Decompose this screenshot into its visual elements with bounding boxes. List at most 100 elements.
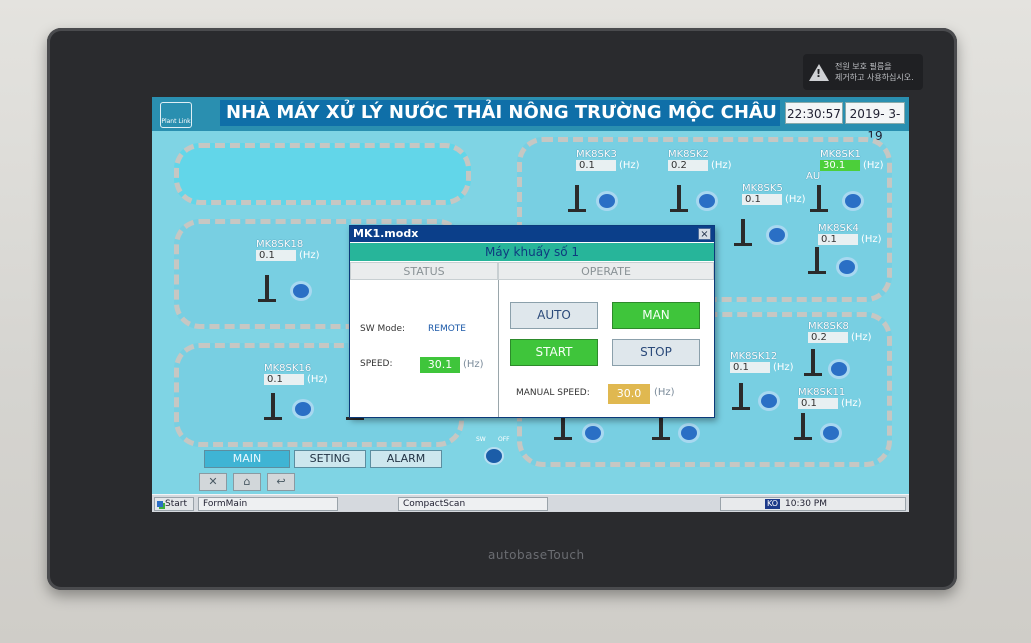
- sensor-right-8: MK8SK11 0.1 (Hz): [798, 387, 862, 409]
- sensor-tag: MK8SK12: [730, 351, 778, 362]
- sensor-value: 0.1: [742, 194, 782, 205]
- status-header: STATUS: [350, 262, 498, 280]
- mixer-mode-label: AU: [806, 171, 820, 182]
- task-compactscan[interactable]: CompactScan: [398, 497, 548, 511]
- title-bar: Plant Link NHÀ MÁY XỬ LÝ NƯỚC THẢI NÔNG …: [152, 97, 909, 143]
- mixer-active-icon[interactable]: [808, 185, 830, 219]
- sensor-unit: (Hz): [619, 160, 640, 171]
- sensor-tag: MK8SK3: [576, 149, 617, 160]
- warning-line-2: 제거하고 사용하십시오.: [835, 73, 914, 82]
- tray-clock: 10:30 PM: [785, 499, 827, 509]
- brand-label: autobaseTouch: [488, 548, 585, 562]
- sensor-right-1: MK8SK3 0.1 (Hz): [576, 149, 640, 171]
- task-formmain[interactable]: FormMain: [198, 497, 338, 511]
- sensor-unit: (Hz): [711, 160, 732, 171]
- warning-line-1: 전원 보호 필름을: [835, 62, 892, 71]
- pump-icon[interactable]: [596, 191, 618, 211]
- back-button[interactable]: ↩: [267, 473, 295, 491]
- tab-main[interactable]: MAIN: [204, 450, 290, 468]
- dialog-divider: [498, 280, 499, 417]
- dialog-heading: Máy khuấy số 1: [350, 243, 714, 261]
- close-button[interactable]: ✕: [199, 473, 227, 491]
- mixer-icon[interactable]: [256, 275, 278, 309]
- sensor-unit: (Hz): [861, 234, 882, 245]
- mode-switch[interactable]: SW OFF: [476, 436, 512, 466]
- sensor-tag: MK8SK11: [798, 387, 846, 398]
- mixer-icon[interactable]: [262, 393, 284, 427]
- mixer-icon[interactable]: [650, 413, 672, 447]
- sensor-tag: MK8SK2: [668, 149, 709, 160]
- sensor-unit: (Hz): [785, 194, 806, 205]
- mixer-mode-text: AU: [806, 171, 821, 182]
- sensor-value: 0.2: [808, 332, 848, 343]
- sensor-tag: MK8SK1: [820, 149, 861, 160]
- man-button[interactable]: MAN: [612, 302, 700, 329]
- sensor-unit: (Hz): [307, 374, 328, 385]
- hmi-screen: Plant Link NHÀ MÁY XỬ LÝ NƯỚC THẢI NÔNG …: [152, 97, 909, 512]
- warning-label: 전원 보호 필름을제거하고 사용하십시오.: [803, 54, 923, 90]
- auto-button[interactable]: AUTO: [510, 302, 598, 329]
- sensor-value: 0.1: [576, 160, 616, 171]
- sensor-unit: (Hz): [851, 332, 872, 343]
- sensor-value: 0.1: [264, 374, 304, 385]
- pump-icon[interactable]: [678, 423, 700, 443]
- stop-button[interactable]: STOP: [612, 339, 700, 366]
- sensor-tag: MK8SK4: [818, 223, 859, 234]
- sensor-tag: MK8SK8: [808, 321, 849, 332]
- pump-icon[interactable]: [836, 257, 858, 277]
- speed-value: 30.1: [420, 357, 460, 373]
- mixer-icon[interactable]: [732, 219, 754, 253]
- mixer-icon[interactable]: [802, 349, 824, 383]
- manual-speed-input[interactable]: 30.0: [608, 384, 650, 404]
- dialog-close-button[interactable]: ×: [698, 228, 711, 240]
- clock-date: 2019- 3-19: [845, 102, 905, 143]
- sensor-tag: MK8SK16: [264, 363, 312, 374]
- speed-unit: (Hz): [463, 359, 484, 370]
- sensor-value: 0.1: [798, 398, 838, 409]
- pump-icon[interactable]: [766, 225, 788, 245]
- pump-icon[interactable]: [696, 191, 718, 211]
- tab-alarm[interactable]: ALARM: [370, 450, 442, 468]
- pump-icon[interactable]: [290, 281, 312, 301]
- mixer-icon[interactable]: [792, 413, 814, 447]
- pump-icon[interactable]: [582, 423, 604, 443]
- switch-knob-icon: [484, 447, 504, 465]
- sensor-left-2: MK8SK16 0.1 (Hz): [264, 363, 328, 385]
- sensor-left-1: MK8SK18 0.1 (Hz): [256, 239, 320, 261]
- sensor-value: 0.1: [256, 250, 296, 261]
- mixer-icon[interactable]: [668, 185, 690, 219]
- taskbar: Start FormMain CompactScan KO 10:30 PM: [152, 494, 909, 512]
- sensor-tag: MK8SK18: [256, 239, 304, 250]
- start-button[interactable]: START: [510, 339, 598, 366]
- sensor-right-4: MK8SK5 0.1 (Hz): [742, 183, 806, 205]
- sensor-right-5: MK8SK4 0.1 (Hz): [818, 223, 882, 245]
- mixer-icon[interactable]: [552, 413, 574, 447]
- home-button[interactable]: ⌂: [233, 473, 261, 491]
- switch-on-label: SW: [476, 436, 486, 443]
- language-indicator[interactable]: KO: [765, 499, 781, 509]
- pump-icon[interactable]: [820, 423, 842, 443]
- start-button[interactable]: Start: [154, 497, 194, 511]
- sw-mode-label: SW Mode:: [360, 324, 406, 334]
- mixer-icon[interactable]: [730, 383, 752, 417]
- sw-mode-value: REMOTE: [428, 324, 466, 334]
- dialog-title: MK1.modx: [350, 226, 714, 242]
- sensor-unit: (Hz): [841, 398, 862, 409]
- pump-icon[interactable]: [292, 399, 314, 419]
- tab-setting[interactable]: SETING: [294, 450, 366, 468]
- speed-label: SPEED:: [360, 359, 393, 369]
- sensor-right-2: MK8SK2 0.2 (Hz): [668, 149, 732, 171]
- pump-icon[interactable]: [828, 359, 850, 379]
- manual-speed-label: MANUAL SPEED:: [516, 388, 590, 398]
- switch-off-label: OFF: [498, 436, 510, 443]
- sensor-value: 30.1: [820, 160, 860, 171]
- sensor-right-3: MK8SK1 30.1 (Hz): [820, 149, 884, 171]
- sensor-value: 0.1: [818, 234, 858, 245]
- pump-icon[interactable]: [758, 391, 780, 411]
- sensor-right-6: MK8SK8 0.2 (Hz): [808, 321, 872, 343]
- pump-icon[interactable]: [842, 191, 864, 211]
- mixer-icon[interactable]: [566, 185, 588, 219]
- sensor-unit: (Hz): [773, 362, 794, 373]
- sensor-unit: (Hz): [299, 250, 320, 261]
- mixer-icon[interactable]: [806, 247, 828, 281]
